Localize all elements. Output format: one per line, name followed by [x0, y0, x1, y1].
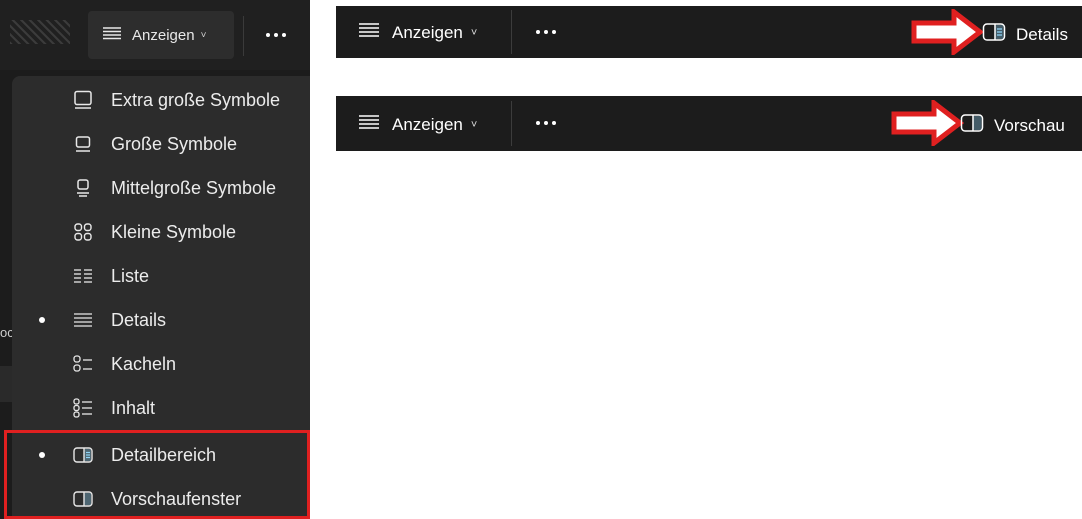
menu-item-list[interactable]: Liste: [12, 254, 310, 298]
background-content-edge: oc: [0, 325, 14, 340]
menu-item-preview-pane[interactable]: Vorschaufenster: [12, 477, 310, 519]
toolbar-faded-icons: [10, 20, 70, 44]
more-options-button[interactable]: [536, 121, 556, 125]
menu-item-label: Große Symbole: [111, 133, 238, 154]
menu-item-details[interactable]: Details: [12, 298, 310, 342]
monitor-small-icon: [72, 177, 94, 199]
red-arrow-icon: [891, 100, 964, 146]
view-menu-label: Anzeigen: [132, 26, 195, 44]
chevron-down-icon: ˅: [470, 118, 478, 131]
menu-item-label: Extra große Symbole: [111, 89, 281, 110]
view-menu-label: Anzeigen: [392, 22, 463, 42]
menu-item-label: Kleine Symbole: [111, 221, 237, 242]
monitor-large-icon: [72, 89, 94, 111]
details-pane-button[interactable]: Details: [982, 22, 1068, 47]
view-options-menu: Extra große Symbole Große Symbole Mittel…: [12, 76, 310, 519]
menu-item-details-pane[interactable]: Detailbereich: [12, 433, 310, 477]
more-horizontal-icon: [266, 33, 270, 37]
explorer-toolbar: Anzeigen ˅: [0, 0, 310, 70]
menu-item-extra-large-icons[interactable]: Extra große Symbole: [12, 78, 310, 122]
menu-item-label: Liste: [111, 265, 150, 286]
selected-indicator: [39, 317, 45, 323]
menu-item-small-icons[interactable]: Kleine Symbole: [12, 210, 310, 254]
menu-item-label: Detailbereich: [111, 444, 217, 465]
details-view-icon: [72, 309, 94, 331]
toolbar-details-example: Anzeigen ˅ Details: [336, 6, 1082, 58]
preview-pane-button[interactable]: Vorschau: [960, 113, 1065, 138]
hamburger-icon: [358, 114, 380, 135]
toolbar-divider: [511, 101, 512, 146]
red-arrow-icon: [911, 9, 984, 55]
more-horizontal-icon: [536, 121, 540, 125]
menu-item-label: Mittelgroße Symbole: [111, 177, 277, 198]
chevron-down-icon: ˅: [470, 26, 478, 39]
selected-indicator: [39, 452, 45, 458]
menu-item-label: Inhalt: [111, 397, 156, 418]
view-dropdown-panel: Anzeigen ˅ oc Extra große Symbole Große …: [0, 0, 310, 519]
preview-pane-icon: [72, 488, 94, 510]
menu-item-label: Kacheln: [111, 353, 177, 374]
content-view-icon: [72, 397, 94, 419]
background-row-edge: [0, 366, 12, 402]
more-options-button[interactable]: [536, 30, 556, 34]
details-pane-icon: [72, 444, 94, 466]
menu-item-tiles[interactable]: Kacheln: [12, 342, 310, 386]
view-menu-button[interactable]: Anzeigen ˅: [88, 11, 234, 59]
details-pane-label: Details: [1016, 24, 1068, 44]
monitor-icon: [72, 133, 94, 155]
view-menu-label: Anzeigen: [392, 114, 463, 134]
menu-item-medium-icons[interactable]: Mittelgroße Symbole: [12, 166, 310, 210]
menu-item-label: Vorschaufenster: [111, 488, 242, 509]
details-pane-icon: [982, 22, 1006, 47]
list-view-icon: [72, 265, 94, 287]
more-horizontal-icon: [536, 30, 540, 34]
hamburger-icon: [358, 22, 380, 43]
hamburger-icon: [102, 26, 122, 45]
chevron-down-icon: ˅: [200, 29, 207, 41]
toolbar-divider: [243, 16, 244, 56]
toolbar-divider: [511, 10, 512, 54]
menu-item-label: Details: [111, 309, 167, 330]
small-icons-grid-icon: [72, 221, 94, 243]
tiles-view-icon: [72, 353, 94, 375]
toolbar-preview-example: Anzeigen ˅ Vorschau: [336, 96, 1082, 151]
menu-item-content[interactable]: Inhalt: [12, 386, 310, 430]
more-options-button[interactable]: [258, 22, 294, 48]
menu-item-large-icons[interactable]: Große Symbole: [12, 122, 310, 166]
preview-pane-label: Vorschau: [994, 115, 1065, 135]
preview-pane-icon: [960, 113, 984, 138]
view-menu-button[interactable]: Anzeigen ˅: [358, 114, 477, 135]
view-menu-button[interactable]: Anzeigen ˅: [358, 22, 477, 43]
